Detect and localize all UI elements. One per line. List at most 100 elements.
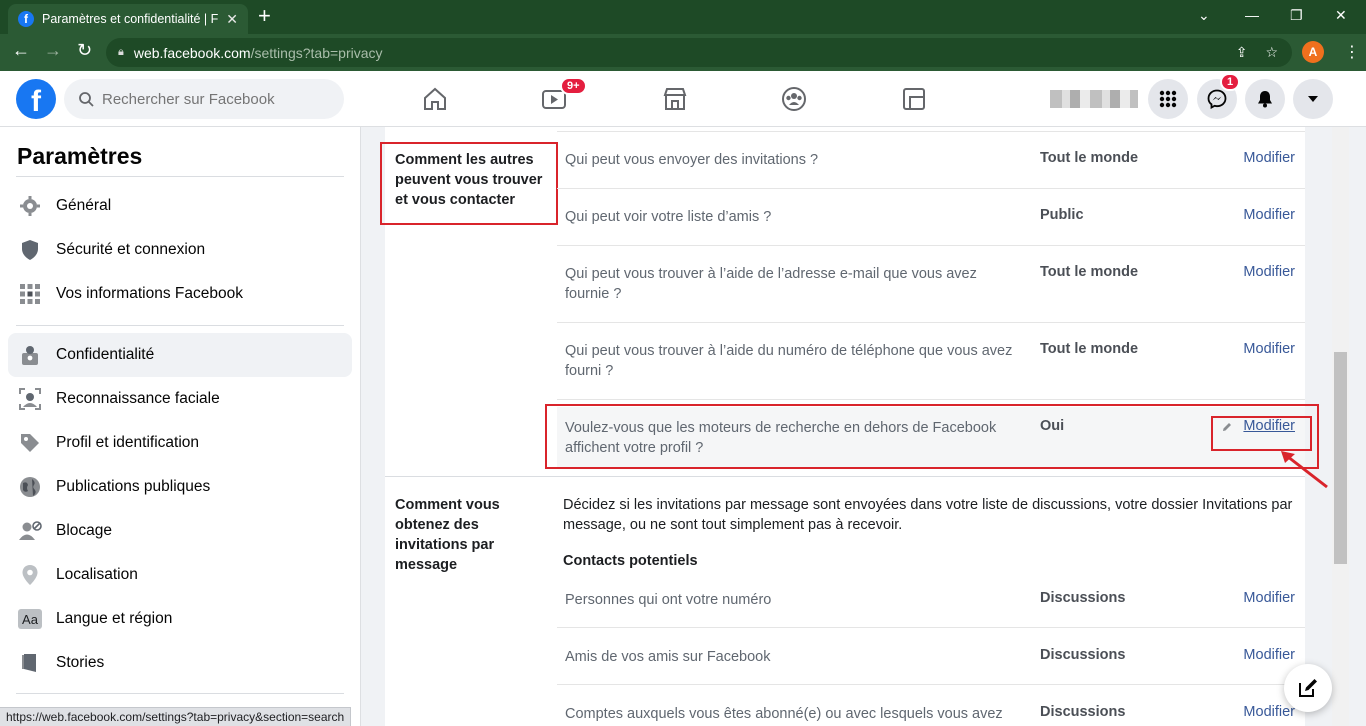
bookmark-star-icon[interactable]: ☆ bbox=[1265, 44, 1278, 61]
sidebar-item-label: Publications publiques bbox=[56, 478, 211, 495]
minimize-button[interactable]: — bbox=[1245, 7, 1259, 23]
share-icon[interactable]: ⇪ bbox=[1236, 44, 1248, 61]
new-message-button[interactable] bbox=[1284, 664, 1332, 712]
search-box[interactable] bbox=[64, 79, 344, 119]
browser-titlebar: f Paramètres et confidentialité | Fa ✕ +… bbox=[0, 0, 1366, 34]
modify-link[interactable]: Modifier bbox=[1243, 150, 1295, 166]
globe-icon bbox=[18, 475, 42, 499]
search-input[interactable] bbox=[102, 90, 322, 108]
setting-question: Amis de vos amis sur Facebook bbox=[565, 649, 771, 665]
sidebar-item-profile-tagging[interactable]: Profil et identification bbox=[8, 421, 352, 465]
subheading-potential-contacts: Contacts potentiels bbox=[563, 553, 698, 569]
sidebar-item-label: Confidentialité bbox=[56, 346, 155, 363]
sidebar-item-location[interactable]: Localisation bbox=[8, 553, 352, 597]
facebook-favicon-icon: f bbox=[18, 11, 34, 27]
url-path: /settings?tab=privacy bbox=[250, 44, 383, 61]
divider bbox=[16, 176, 344, 177]
address-bar[interactable]: 🔒︎ web.facebook.com/settings?tab=privacy… bbox=[106, 38, 1292, 67]
setting-question: Qui peut voir votre liste d’amis ? bbox=[565, 209, 772, 225]
sidebar-title: Paramètres bbox=[17, 143, 143, 169]
block-user-icon bbox=[18, 519, 42, 543]
divider bbox=[557, 245, 1305, 246]
gear-icon bbox=[18, 194, 42, 218]
compose-icon bbox=[1299, 679, 1317, 697]
caret-down-icon bbox=[1308, 96, 1318, 102]
setting-row[interactable]: Qui peut vous trouver à l’aide du numéro… bbox=[557, 341, 1305, 399]
setting-row[interactable]: Qui peut voir votre liste d’amis ? Publi… bbox=[557, 207, 1305, 245]
annotation-box-section bbox=[380, 142, 558, 225]
sidebar-item-your-information[interactable]: Vos informations Facebook bbox=[8, 272, 352, 316]
sidebar-item-privacy[interactable]: Confidentialité bbox=[8, 333, 352, 377]
modify-link[interactable]: Modifier bbox=[1243, 207, 1295, 223]
setting-row[interactable]: Personnes qui ont votre numéro Discussio… bbox=[557, 590, 1305, 628]
sidebar-item-language[interactable]: Aa Langue et région bbox=[8, 597, 352, 641]
close-window-button[interactable]: ✕ bbox=[1335, 7, 1347, 24]
new-tab-button[interactable]: + bbox=[258, 5, 271, 27]
messenger-icon bbox=[1207, 89, 1227, 109]
setting-row[interactable]: Qui peut vous trouver à l’aide de l’adre… bbox=[557, 264, 1305, 322]
sidebar-item-general[interactable]: Général bbox=[8, 184, 352, 228]
tab-title: Paramètres et confidentialité | Fa bbox=[42, 12, 219, 26]
setting-value: Discussions bbox=[1040, 590, 1126, 606]
annotation-arrow bbox=[1281, 451, 1328, 489]
divider bbox=[16, 325, 344, 326]
groups-icon[interactable] bbox=[780, 85, 808, 113]
setting-question: Qui peut vous envoyer des invitations ? bbox=[565, 152, 819, 168]
sidebar-item-label: Blocage bbox=[56, 522, 113, 539]
sidebar-item-label: Général bbox=[56, 197, 112, 214]
tag-icon bbox=[18, 431, 42, 455]
modify-link[interactable]: Modifier bbox=[1243, 704, 1295, 720]
setting-value: Tout le monde bbox=[1040, 150, 1139, 166]
facebook-logo[interactable]: f bbox=[16, 79, 56, 119]
setting-value: Discussions bbox=[1040, 647, 1126, 663]
browser-profile-avatar[interactable]: A bbox=[1302, 41, 1324, 63]
section-description: Décidez si les invitations par message s… bbox=[563, 497, 1293, 533]
restore-button[interactable]: ❐ bbox=[1290, 7, 1303, 24]
sidebar-item-blocking[interactable]: Blocage bbox=[8, 509, 352, 553]
annotation-box-row bbox=[545, 404, 1319, 469]
status-url: https://web.facebook.com/settings?tab=pr… bbox=[0, 707, 352, 726]
sidebar-item-stories[interactable]: Stories bbox=[8, 641, 352, 685]
reload-button[interactable]: ↻ bbox=[77, 40, 92, 61]
shield-icon bbox=[18, 238, 42, 262]
divider bbox=[16, 693, 344, 694]
setting-row[interactable]: Qui peut vous envoyer des invitations ? … bbox=[557, 150, 1305, 188]
setting-row[interactable]: Amis de vos amis sur Facebook Discussion… bbox=[557, 647, 1305, 685]
messenger-badge: 1 bbox=[1220, 73, 1241, 91]
forward-button[interactable]: → bbox=[44, 40, 62, 61]
setting-question: Qui peut vous trouver à l’aide du numéro… bbox=[565, 343, 1013, 379]
modify-link[interactable]: Modifier bbox=[1243, 264, 1295, 280]
browser-toolbar: ← → ↻ 🔒︎ web.facebook.com/settings?tab=p… bbox=[0, 34, 1366, 71]
sidebar-item-label: Langue et région bbox=[56, 610, 173, 627]
browser-tab[interactable]: f Paramètres et confidentialité | Fa ✕ bbox=[8, 4, 248, 34]
stories-icon bbox=[18, 651, 42, 675]
sidebar-item-security[interactable]: Sécurité et connexion bbox=[8, 228, 352, 272]
face-icon bbox=[18, 387, 42, 411]
menu-button[interactable] bbox=[1148, 79, 1188, 119]
url-host: web.facebook.com bbox=[133, 44, 251, 61]
sidebar-item-face-recognition[interactable]: Reconnaissance faciale bbox=[8, 377, 352, 421]
notifications-button[interactable] bbox=[1245, 79, 1285, 119]
bell-icon bbox=[1258, 91, 1272, 108]
privacy-settings-card: Comment les autres peuvent vous trouver … bbox=[380, 127, 1328, 726]
account-button[interactable] bbox=[1293, 79, 1333, 119]
lock-icon[interactable]: 🔒︎ bbox=[118, 46, 124, 59]
browser-menu-icon[interactable]: ⋮ bbox=[1344, 42, 1360, 62]
marketplace-icon[interactable] bbox=[661, 85, 689, 113]
home-icon[interactable] bbox=[421, 85, 449, 113]
modify-link[interactable]: Modifier bbox=[1243, 341, 1295, 357]
watch-badge: 9+ bbox=[560, 77, 587, 95]
sidebar-item-label: Stories bbox=[56, 654, 105, 671]
gaming-icon[interactable] bbox=[900, 85, 928, 113]
modify-link[interactable]: Modifier bbox=[1243, 647, 1295, 663]
modify-link[interactable]: Modifier bbox=[1243, 590, 1295, 606]
close-tab-icon[interactable]: ✕ bbox=[226, 11, 238, 28]
setting-row[interactable]: Comptes auxquels vous êtes abonné(e) ou … bbox=[557, 704, 1305, 726]
divider bbox=[557, 627, 1305, 628]
back-button[interactable]: ← bbox=[12, 40, 30, 61]
sidebar-item-public-posts[interactable]: Publications publiques bbox=[8, 465, 352, 509]
section-label-message-requests: Comment vous obtenez des invitations par… bbox=[395, 497, 500, 573]
profile-name-blurred[interactable] bbox=[1050, 90, 1138, 108]
scrollbar-thumb[interactable] bbox=[1334, 352, 1347, 564]
tab-search-icon[interactable]: ⌄ bbox=[1198, 7, 1210, 24]
